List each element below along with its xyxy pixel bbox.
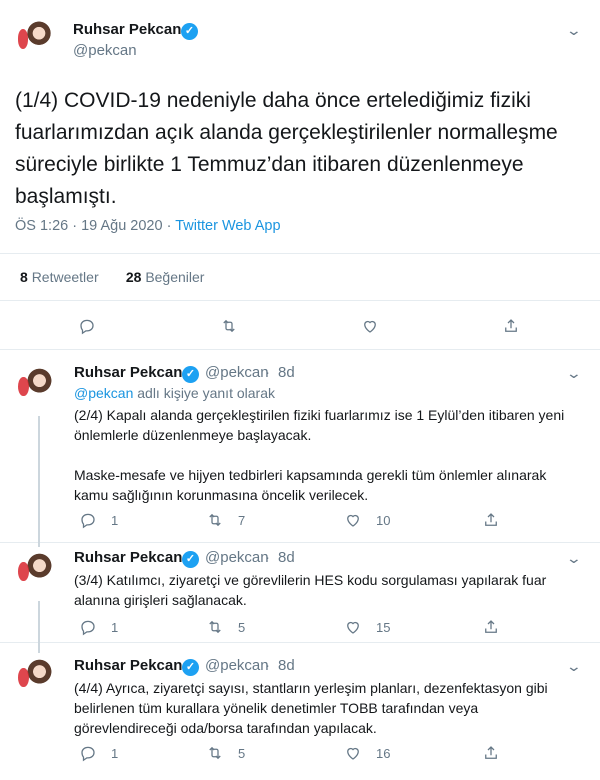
retweets-count: 8: [20, 269, 28, 285]
author-name[interactable]: Ruhsar Pekcan: [74, 657, 182, 674]
verified-badge-icon: ✓: [182, 366, 199, 383]
likes-label: Beğeniler: [145, 269, 205, 285]
chevron-down-icon[interactable]: ⌄: [566, 22, 582, 39]
reply-count: 1: [111, 745, 119, 761]
author-handle[interactable]: @pekcan: [73, 42, 137, 59]
chevron-down-icon[interactable]: ⌄: [566, 365, 582, 382]
thread-line: [38, 601, 40, 643]
likes-count: 28: [125, 269, 142, 285]
tweet-stats: 8 Retweetler 28 Beğeniler: [20, 269, 204, 285]
tweet-text: (2/4) Kapalı alanda gerçekleştirilen fiz…: [74, 407, 565, 443]
share-button[interactable]: [502, 317, 520, 335]
tweet-age[interactable]: 8d: [278, 364, 295, 381]
author-handle[interactable]: @pekcan: [205, 657, 269, 674]
retweet-icon: [209, 746, 221, 760]
meta-separator: ·: [265, 549, 270, 566]
tweet-text: (3/4) Katılımcı, ziyaretçi ve görevliler…: [74, 572, 547, 608]
retweet-icon: [223, 319, 235, 333]
chevron-down-icon[interactable]: ⌄: [566, 550, 582, 567]
verified-badge-icon: ✓: [181, 23, 198, 40]
chevron-down-icon[interactable]: ⌄: [566, 658, 582, 675]
retweet-button[interactable]: 5: [206, 618, 245, 636]
tweet-source-app[interactable]: Twitter Web App: [175, 218, 280, 234]
thread-line: [38, 416, 40, 543]
avatar[interactable]: [15, 362, 64, 411]
meta-separator: ·: [265, 657, 270, 674]
verified-badge-icon: ✓: [182, 659, 199, 676]
author-name[interactable]: Ruhsar Pekcan: [74, 364, 182, 381]
like-count: 10: [376, 512, 391, 528]
reply-count: 1: [111, 619, 119, 635]
tweet-age[interactable]: 8d: [278, 549, 295, 566]
author-handle[interactable]: @pekcan: [205, 549, 269, 566]
reply-button[interactable]: 1: [79, 511, 118, 529]
likes-stat[interactable]: 28 Beğeniler: [126, 269, 205, 285]
tweet-age[interactable]: 8d: [278, 657, 295, 674]
retweet-button[interactable]: 5: [206, 744, 245, 762]
meta-separator: ·: [166, 218, 172, 234]
share-icon: [485, 746, 497, 759]
main-tweet: Ruhsar Pekcan ✓ @pekcan ⌄ (1/4) COVID-19…: [0, 0, 600, 350]
retweet-icon: [209, 620, 221, 634]
share-icon: [505, 319, 517, 332]
reply-icon: [80, 319, 94, 335]
reply-to-mention[interactable]: @pekcan: [74, 385, 133, 401]
retweets-stat[interactable]: 8 Retweetler: [20, 269, 99, 285]
share-icon: [485, 620, 497, 633]
reply-button[interactable]: [78, 317, 96, 335]
share-button[interactable]: [482, 744, 500, 762]
author-name[interactable]: Ruhsar Pekcan: [74, 549, 182, 566]
like-count: 15: [376, 619, 391, 635]
share-button[interactable]: [482, 618, 500, 636]
avatar[interactable]: [15, 653, 64, 702]
retweet-count: 5: [238, 745, 246, 761]
avatar[interactable]: [15, 547, 64, 596]
avatar[interactable]: [15, 15, 63, 63]
reply-icon: [81, 746, 95, 762]
tweet-time[interactable]: ÖS 1:26: [15, 218, 68, 234]
reply-button[interactable]: 1: [79, 618, 118, 636]
tweet-text: (4/4) Ayrıca, ziyaretçi sayısı, stantlar…: [74, 680, 548, 736]
retweet-count: 5: [238, 619, 246, 635]
meta-separator: ·: [265, 364, 270, 381]
reply-tweet[interactable]: Ruhsar Pekcan ✓ @pekcan · 8d ⌄ (3/4) Kat…: [0, 543, 600, 643]
reply-count: 1: [111, 512, 119, 528]
tweet-text: Maske-mesafe ve hijyen tedbirleri kapsam…: [74, 467, 547, 503]
like-icon: [347, 514, 359, 527]
author-name[interactable]: Ruhsar Pekcan: [73, 21, 181, 38]
retweet-icon: [209, 513, 221, 527]
like-count: 16: [376, 745, 391, 761]
divider: [0, 300, 600, 301]
like-button[interactable]: 15: [344, 618, 390, 636]
like-icon: [364, 320, 376, 333]
retweet-button[interactable]: [220, 317, 238, 335]
like-button[interactable]: [361, 317, 379, 335]
meta-separator: ·: [72, 218, 78, 234]
share-button[interactable]: [482, 511, 500, 529]
like-icon: [347, 747, 359, 760]
thread-line: [38, 643, 40, 653]
tweet-text: (1/4) COVID-19 nedeniyle daha önce ertel…: [15, 89, 558, 208]
reply-icon: [81, 620, 95, 636]
tweet-meta: ÖS 1:26 · 19 Ağu 2020 · Twitter Web App: [15, 218, 281, 234]
reply-tweet[interactable]: Ruhsar Pekcan ✓ @pekcan · 8d ⌄ (4/4) Ayr…: [0, 643, 600, 780]
like-button[interactable]: 16: [344, 744, 390, 762]
retweets-label: Retweetler: [31, 269, 99, 285]
tweet-date[interactable]: 19 Ağu 2020: [81, 218, 162, 234]
divider: [0, 253, 600, 254]
share-icon: [485, 513, 497, 526]
like-button[interactable]: 10: [344, 511, 390, 529]
reply-tweet[interactable]: Ruhsar Pekcan ✓ @pekcan · 8d ⌄ @pekcan a…: [0, 350, 600, 543]
reply-button[interactable]: 1: [79, 744, 118, 762]
reply-icon: [81, 513, 95, 529]
retweet-button[interactable]: 7: [206, 511, 245, 529]
like-icon: [347, 621, 359, 634]
verified-badge-icon: ✓: [182, 551, 199, 568]
reply-context: @pekcan adlı kişiye yanıt olarak: [74, 385, 275, 401]
author-handle[interactable]: @pekcan: [205, 364, 269, 381]
reply-to-text: adlı kişiye yanıt olarak: [137, 385, 275, 401]
retweet-count: 7: [238, 512, 246, 528]
